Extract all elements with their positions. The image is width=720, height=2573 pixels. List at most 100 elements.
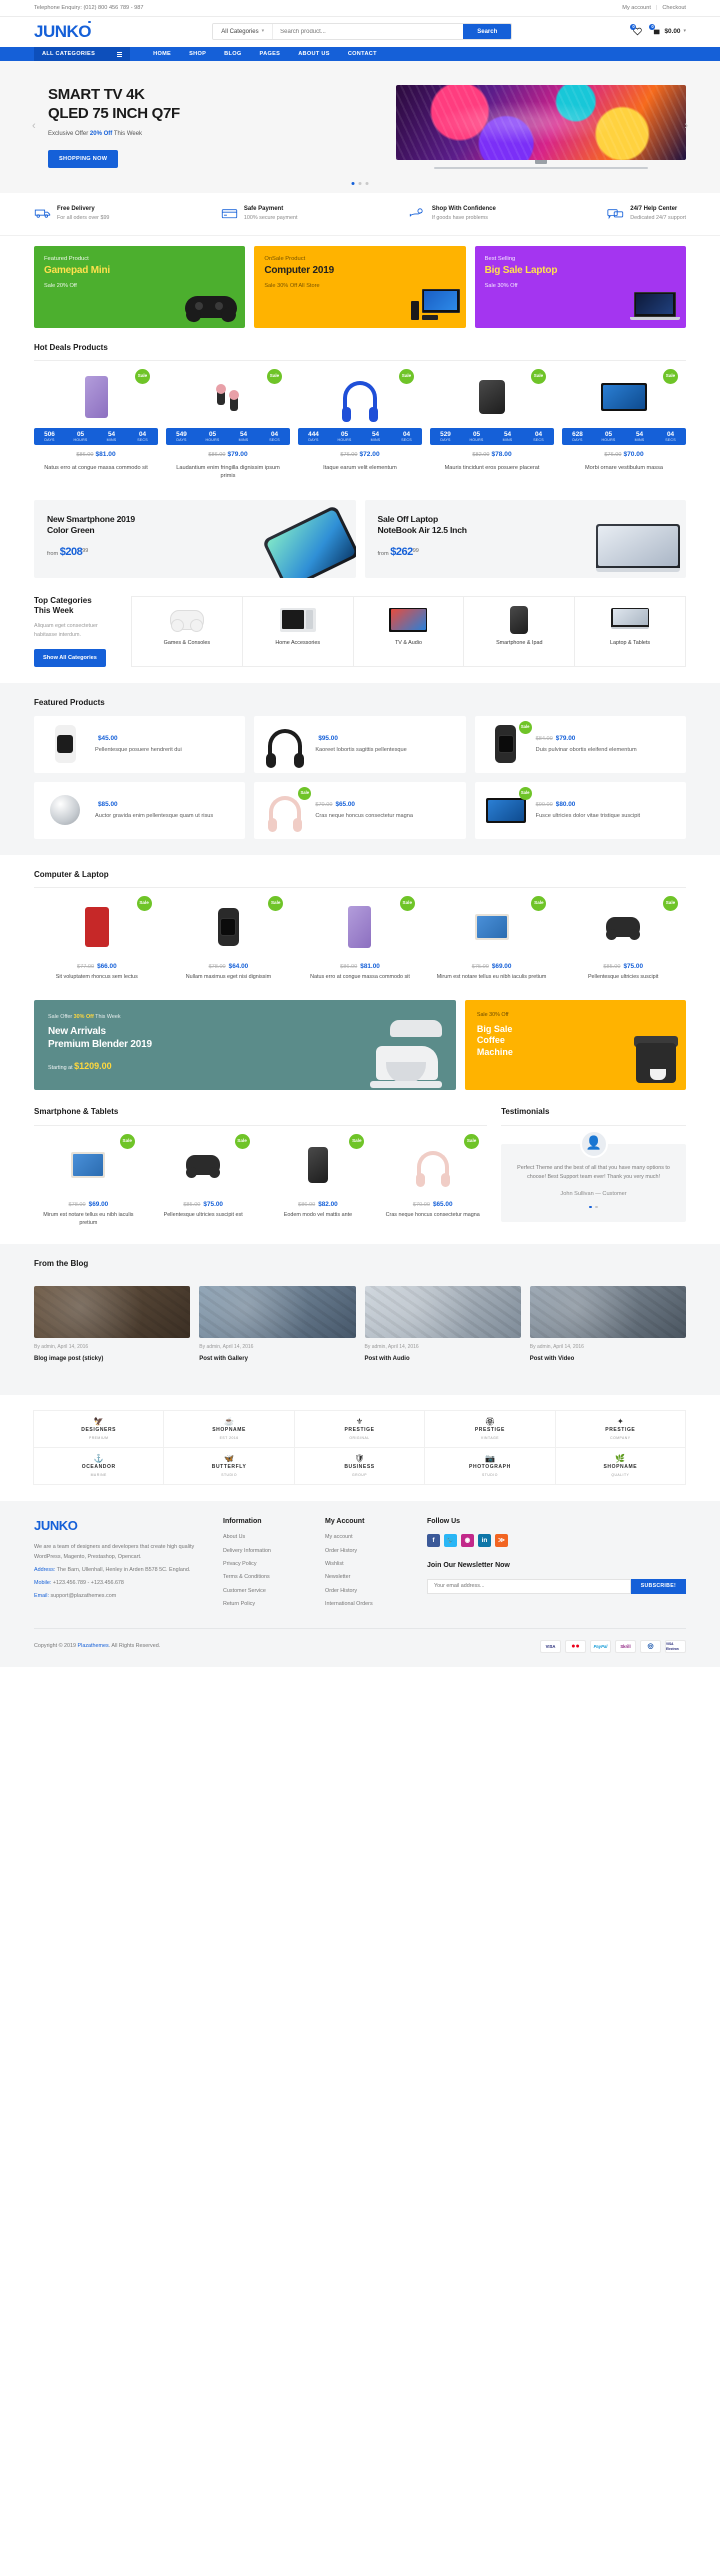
- blog-title[interactable]: Blog image post (sticky): [34, 1355, 190, 1364]
- footer-link-return-policy[interactable]: Return Policy: [223, 1601, 311, 1609]
- rss-icon[interactable]: ≫: [495, 1534, 508, 1548]
- brand-logo[interactable]: ✦ PRESTIGE COMPANY: [554, 1410, 687, 1449]
- footer-link-international-orders[interactable]: International Orders: [325, 1601, 413, 1609]
- product-card[interactable]: Sale $86.00$81.00 Natus erro at congue m…: [297, 896, 423, 982]
- product-name[interactable]: Pellentesque ultricies suscipit est: [149, 1212, 258, 1220]
- nav-item-home[interactable]: HOME: [144, 47, 180, 61]
- footer-link-order-history[interactable]: Order History: [325, 1548, 413, 1556]
- slider-prev-arrow-icon[interactable]: ‹: [32, 119, 36, 135]
- banner-smartphone[interactable]: New Smartphone 2019 Color Green from $208…: [34, 499, 356, 578]
- product-card[interactable]: Sale $77.00 $66.00 Sit voluptatem rhoncus…: [34, 896, 160, 982]
- brand-logo[interactable]: 🌿 SHOPNAME QUALITY: [554, 1447, 687, 1486]
- brand-logo[interactable]: 🦅 DESIGNERS PREMIUM: [33, 1410, 165, 1449]
- nav-item-contact[interactable]: CONTACT: [339, 47, 386, 61]
- search-button[interactable]: Search: [463, 24, 512, 40]
- blog-post-card[interactable]: By admin, April 14, 2016 Post with Galle…: [199, 1286, 356, 1364]
- blog-title[interactable]: Post with Gallery: [199, 1355, 355, 1364]
- brand-logo[interactable]: ⚜ PRESTIGE ORIGINAL: [293, 1410, 426, 1449]
- category-card-tv-audio[interactable]: TV & Audio: [352, 595, 465, 667]
- blog-title[interactable]: Post with Audio: [365, 1355, 521, 1364]
- slider-next-arrow-icon[interactable]: ›: [684, 119, 688, 135]
- product-card[interactable]: Sale 628 DAYS 05 HOURS 54 MINS 04 SECS $76.0…: [562, 369, 686, 480]
- nav-item-about-us[interactable]: ABOUT US: [289, 47, 339, 61]
- product-name[interactable]: Laudantium enim fringilla dignissim ipsu…: [166, 464, 290, 480]
- footer-link-customer-service[interactable]: Customer Service: [223, 1588, 311, 1596]
- product-name[interactable]: Natus erro at congue massa commodo sit: [297, 974, 423, 982]
- product-card[interactable]: Sale $78.00 $64.00 Nullam maximus eget ni…: [166, 896, 292, 982]
- product-card[interactable]: Sale $84.00 $79.00 Duis pulvinar obortis …: [474, 715, 686, 773]
- search-input[interactable]: [273, 24, 464, 40]
- footer-link-newsletter[interactable]: Newsletter: [325, 1574, 413, 1582]
- product-name[interactable]: Auctor gravida enim pellentesque quam ut…: [95, 812, 236, 820]
- footer-logo[interactable]: JUNKO: [34, 1517, 209, 1536]
- site-logo[interactable]: JUNKO: [34, 20, 92, 45]
- product-name[interactable]: Pellentesque posuere hendrerit dui: [95, 746, 236, 754]
- product-name[interactable]: Nullam maximus eget nisi dignissim: [166, 974, 292, 982]
- banner-coffee-sale[interactable]: Sale 30% Off Big Sale Coffee Machine: [464, 1000, 686, 1091]
- blog-post-card[interactable]: By admin, April 14, 2016 Post with Audio: [364, 1286, 521, 1364]
- blog-title[interactable]: Post with Video: [530, 1355, 686, 1364]
- show-all-categories-button[interactable]: Show All Categories: [34, 648, 106, 667]
- banner-laptop[interactable]: Sale Off Laptop NoteBook Air 12.5 Inch fr…: [364, 499, 686, 578]
- linkedin-icon[interactable]: in: [478, 1534, 491, 1548]
- nav-item-shop[interactable]: SHOP: [180, 47, 215, 61]
- product-card[interactable]: Sale $78.00 $69.00 Mirum est notare tellu…: [34, 1133, 143, 1228]
- product-card[interactable]: Sale $85.00 $75.00 Pellentesque ultricies…: [560, 896, 686, 982]
- category-card-games-consoles[interactable]: Games & Consoles: [131, 595, 243, 667]
- product-name[interactable]: Mirum est notare tellus eu nibh iaculis …: [34, 1212, 143, 1228]
- search-category-select[interactable]: All Categories ▾: [213, 24, 274, 40]
- product-card[interactable]: $95.00 Kaoreet lobortis sagittis pellent…: [254, 715, 466, 773]
- promo-card-gamepad[interactable]: Featured Product Gamepad Mini Sale 20% O…: [34, 245, 246, 328]
- footer-link-terms-conditions[interactable]: Terms & Conditions: [223, 1574, 311, 1582]
- category-card-laptop-tablets[interactable]: Laptop & Tablets: [574, 595, 686, 667]
- product-name[interactable]: Fusce ultricies dolor vitae tristique su…: [536, 812, 677, 820]
- product-card[interactable]: Sale 444 DAYS 05 HOURS 54 MINS 04 SECS $76.0…: [298, 369, 422, 480]
- product-card[interactable]: Sale 549 DAYS 05 HOURS 54 MINS 04 SECS $86.0…: [166, 369, 290, 480]
- product-card[interactable]: Sale 529 DAYS 05 HOURS 54 MINS 04 SECS $82.0…: [430, 369, 554, 480]
- all-categories-button[interactable]: ALL CATEGORIES: [34, 47, 131, 61]
- blog-post-card[interactable]: By admin, April 14, 2016 Blog image post…: [34, 1286, 191, 1364]
- product-name[interactable]: Eodem modo vel mattis ante: [264, 1212, 373, 1220]
- brand-logo[interactable]: ⚓ OCEANDOR MARINE: [33, 1447, 165, 1486]
- footer-link-my-account[interactable]: My account: [325, 1534, 413, 1542]
- product-card[interactable]: Sale $90.00 $80.00 Fusce ultricies dolor …: [474, 781, 686, 839]
- brand-logo[interactable]: 🏵 PRESTIGE VINTAGE: [424, 1410, 556, 1449]
- brand-logo[interactable]: 🛡 BUSINESS GROUP: [293, 1447, 426, 1486]
- product-card[interactable]: Sale $70.00 $65.00 Cras neque honcus cons…: [254, 781, 466, 839]
- my-account-link[interactable]: My account: [622, 4, 651, 12]
- footer-link-wishlist[interactable]: Wishlist: [325, 1561, 413, 1569]
- footer-link-order-history-2[interactable]: Order History: [325, 1588, 413, 1596]
- wishlist-button[interactable]: 0: [630, 24, 643, 36]
- product-card[interactable]: Sale $70.00 $65.00 Cras neque honcus cons…: [378, 1133, 487, 1228]
- product-name[interactable]: Sit voluptatem rhoncus sem lectus: [34, 974, 160, 982]
- brand-logo[interactable]: 📷 PHOTOGRAPH STUDIO: [424, 1447, 556, 1486]
- twitter-icon[interactable]: 🐦: [444, 1534, 457, 1548]
- product-name[interactable]: Mirum est notare tellus eu nibh iaculis …: [429, 974, 555, 982]
- slider-dot-1[interactable]: [351, 182, 355, 185]
- nav-item-blog[interactable]: BLOG: [215, 47, 250, 61]
- slider-dot-2[interactable]: [358, 182, 362, 185]
- product-name[interactable]: Itaque earum velit elementum: [298, 464, 422, 472]
- product-name[interactable]: Kaoreet lobortis sagittis pellentesque: [315, 746, 456, 754]
- search-bar[interactable]: All Categories ▾ Search: [212, 23, 513, 41]
- blog-post-card[interactable]: By admin, April 14, 2016 Post with Video: [529, 1286, 686, 1364]
- product-card[interactable]: $45.00 Pellentesque posuere hendrerit du…: [34, 715, 246, 773]
- banner-blender-sale[interactable]: Sale Offer 30% Off This Week New Arrival…: [34, 1000, 456, 1091]
- footer-link-about-us[interactable]: About Us: [223, 1534, 311, 1542]
- copyright-brand[interactable]: Plazathemes: [78, 1643, 109, 1649]
- testimonial-dot-1[interactable]: [589, 1205, 593, 1209]
- product-card[interactable]: $85.00 Auctor gravida enim pellentesque …: [34, 781, 246, 839]
- product-name[interactable]: Mauris tincidunt eros posuere placerat: [430, 464, 554, 472]
- testimonial-dot-2[interactable]: [595, 1205, 598, 1209]
- footer-link-delivery-information[interactable]: Delivery Information: [223, 1548, 311, 1556]
- product-card[interactable]: Sale $85.00 $75.00 Pellentesque ultricies…: [149, 1133, 258, 1228]
- product-card[interactable]: Sale $86.00 $82.00 Eodem modo vel mattis …: [264, 1133, 373, 1228]
- footer-link-privacy-policy[interactable]: Privacy Policy: [223, 1561, 311, 1569]
- cart-button[interactable]: 0 $0.00 ▾: [649, 24, 686, 37]
- checkout-link[interactable]: Checkout: [662, 4, 686, 12]
- category-card-smartphone-ipad[interactable]: Smartphone & Ipad: [463, 595, 576, 667]
- product-name[interactable]: Pellentesque ultricies suscipit: [560, 974, 686, 982]
- product-name[interactable]: Duis pulvinar obortis eleifend elementum: [536, 746, 677, 754]
- newsletter-email-input[interactable]: [427, 1578, 631, 1594]
- product-card[interactable]: Sale $75.00 $69.00 Mirum est notare tellu…: [429, 896, 555, 982]
